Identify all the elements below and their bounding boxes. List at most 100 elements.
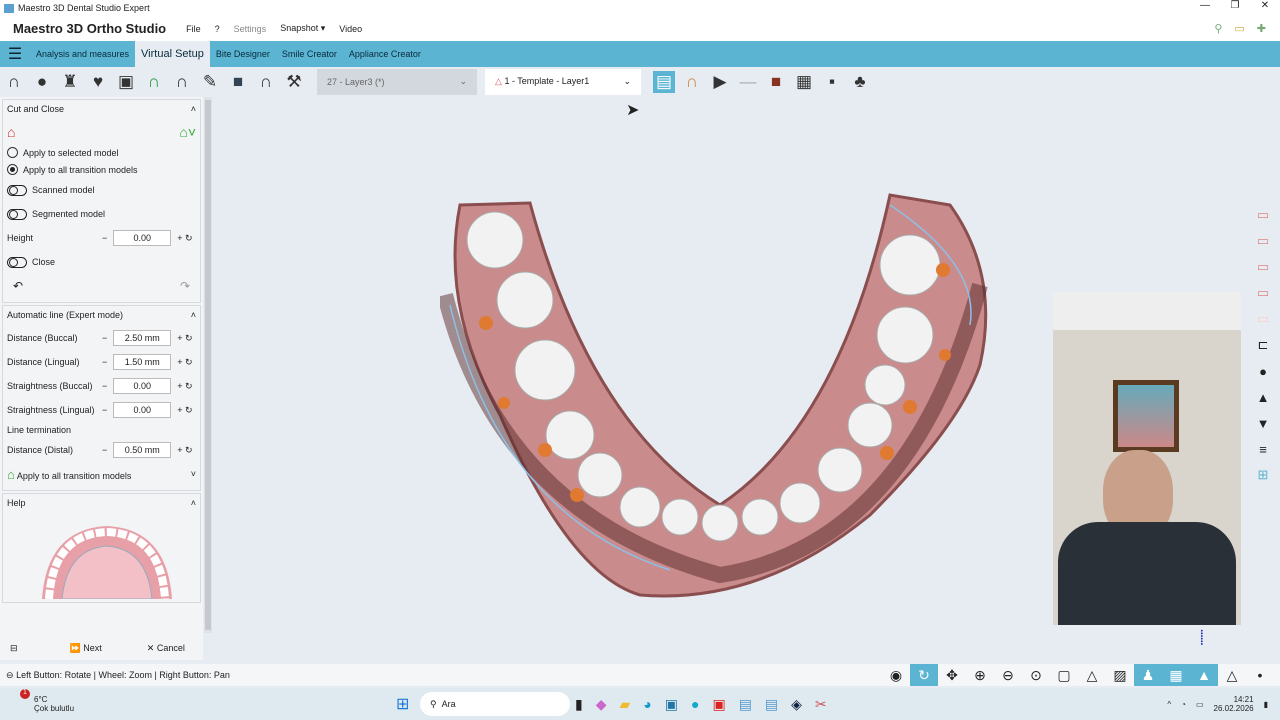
radio-all-models[interactable]: Apply to all transition models — [7, 161, 196, 178]
reset-icon[interactable]: ↻ — [185, 381, 193, 392]
app-diamond-icon[interactable]: ◈ — [791, 696, 802, 713]
zoom-out-icon[interactable]: ⊖ — [994, 664, 1022, 686]
film-icon[interactable]: ▦ — [793, 71, 815, 93]
base-icon[interactable]: ■ — [227, 71, 249, 93]
arch-dark-icon[interactable]: ∩ — [255, 71, 277, 93]
toggle-close[interactable]: Close — [7, 250, 196, 274]
close-button[interactable]: ✕ — [1250, 0, 1280, 11]
occlusion-icon[interactable]: ≡ — [1253, 439, 1273, 459]
articulator-icon[interactable]: ⚒ — [283, 71, 305, 93]
wire-triangle-icon[interactable]: △ — [1218, 664, 1246, 686]
copilot-icon[interactable]: ◆ — [596, 696, 607, 713]
mesh-icon[interactable]: ▦ — [1162, 664, 1190, 686]
edge-icon[interactable]: ◕ — [643, 696, 651, 713]
tree-icon[interactable]: ♣ — [849, 71, 871, 93]
pen-icon[interactable]: ✎ — [199, 71, 221, 93]
panel-toggle-icon[interactable]: ⊟ — [10, 643, 18, 654]
reset-icon[interactable]: ↻ — [185, 233, 193, 244]
grid-icon[interactable]: ⊞ — [1253, 465, 1273, 485]
scanner-icon[interactable]: ▤ — [653, 70, 675, 93]
book-icon[interactable]: ■ — [765, 71, 787, 93]
toggle[interactable] — [7, 256, 27, 268]
arch-icon[interactable]: ∩ — [3, 71, 25, 93]
reset-icon[interactable]: ↻ — [185, 445, 193, 456]
slider-icon[interactable]: — — [737, 71, 759, 93]
menu-file[interactable]: File — [186, 24, 201, 34]
toggle[interactable] — [7, 184, 27, 196]
box-icon[interactable]: ▢ — [1050, 664, 1078, 686]
decrement-button[interactable]: − — [102, 445, 107, 455]
menu-settings[interactable]: Settings — [234, 24, 267, 34]
weather-widget[interactable]: 1 6°C Çok bulutlu — [20, 689, 140, 713]
battery-icon[interactable]: ▭ — [1196, 700, 1204, 709]
hamburger-menu-icon[interactable]: ☰ — [0, 41, 30, 67]
toggle[interactable] — [7, 208, 27, 220]
tooth-view-icon[interactable]: ● — [1253, 361, 1273, 381]
wps-icon[interactable]: ▣ — [712, 696, 725, 713]
gum-transparent-icon[interactable]: ▭ — [1253, 309, 1273, 329]
tab-virtual-setup[interactable]: Virtual Setup — [135, 41, 210, 67]
lower-jaw-icon[interactable]: ▭ — [1253, 231, 1273, 251]
collapse-icon[interactable]: ˄ — [191, 310, 196, 320]
gum-icon[interactable]: ▭ — [1253, 283, 1273, 303]
app-icon-yellow[interactable]: ● — [691, 696, 699, 713]
reset-icon[interactable]: ↻ — [185, 333, 193, 344]
decrement-button[interactable]: − — [102, 233, 107, 243]
both-jaws-icon[interactable]: ▭ — [1253, 257, 1273, 277]
image-icon[interactable]: ▨ — [1106, 664, 1134, 686]
bite-icon[interactable]: ♥ — [87, 71, 109, 93]
taskbar-search[interactable]: ⚲ Ara — [420, 692, 570, 716]
param-input[interactable]: 1.50 mm — [113, 354, 172, 370]
decrement-button[interactable]: − — [102, 381, 107, 391]
decrement-button[interactable]: − — [102, 405, 107, 415]
chat-icon[interactable]: ▭ — [1234, 22, 1244, 35]
distal-input[interactable]: 0.50 mm — [113, 442, 172, 458]
network-icon[interactable]: ⚲ — [1214, 22, 1222, 35]
maximize-button[interactable]: ❐ — [1220, 0, 1250, 11]
crop-icon[interactable]: ⊏ — [1253, 335, 1273, 355]
help-icon[interactable]: ✚ — [1257, 22, 1266, 35]
explorer-icon[interactable]: ▰ — [620, 696, 631, 713]
save-icon[interactable]: ▪ — [821, 71, 843, 93]
menu-help[interactable]: ? — [215, 24, 220, 34]
undo-icon[interactable]: ↶ — [13, 279, 23, 293]
tooth-icon[interactable]: ♜ — [59, 71, 81, 93]
wire-icon[interactable]: ∩ — [143, 71, 165, 93]
tab-smile-creator[interactable]: Smile Creator — [276, 41, 343, 67]
radio[interactable] — [7, 164, 18, 175]
center-icon[interactable]: ⊙ — [1022, 664, 1050, 686]
lower-view-icon[interactable]: ▼ — [1253, 413, 1273, 433]
apply-all-dropdown[interactable]: ⌂ Apply to all transition models ˅ — [7, 462, 196, 486]
tab-appliance-creator[interactable]: Appliance Creator — [343, 41, 427, 67]
increment-button[interactable]: + — [177, 233, 182, 243]
windows-start-icon[interactable]: ⊞ — [396, 694, 409, 714]
zoom-in-icon[interactable]: ⊕ — [966, 664, 994, 686]
collapse-icon[interactable]: ˄ — [191, 498, 196, 508]
layer-select[interactable]: 27 - Layer3 (*) ⌄ — [317, 68, 477, 95]
param-input[interactable]: 2.50 mm — [113, 330, 172, 346]
increment-button[interactable]: + — [177, 357, 182, 367]
param-input[interactable]: 0.00 — [113, 378, 172, 394]
measure-icon[interactable]: △ — [1078, 664, 1106, 686]
play-icon[interactable]: ▶ — [709, 71, 731, 93]
param-input[interactable]: 0.00 — [113, 402, 172, 418]
collapse-icon[interactable]: ˄ — [191, 104, 196, 114]
cut-remove-icon[interactable]: ⌂ — [7, 124, 15, 140]
decrement-button[interactable]: − — [102, 333, 107, 343]
next-button[interactable]: ⏩ Next — [70, 643, 102, 654]
dot-icon[interactable]: • — [1246, 664, 1274, 686]
pan-icon[interactable]: ✥ — [938, 664, 966, 686]
panel-scrollbar[interactable] — [204, 97, 212, 633]
tab-bite-designer[interactable]: Bite Designer — [210, 41, 276, 67]
minimize-button[interactable]: — — [1190, 0, 1220, 11]
increment-button[interactable]: + — [177, 333, 182, 343]
dental-3d-model[interactable] — [440, 185, 1000, 605]
eye-icon[interactable]: ◉ — [882, 664, 910, 686]
notification-icon[interactable]: ▮ — [1264, 700, 1268, 709]
store-icon[interactable]: ▣ — [665, 696, 678, 713]
reset-icon[interactable]: ↻ — [185, 405, 193, 416]
taskview-icon[interactable]: ▮ — [575, 696, 583, 713]
increment-button[interactable]: + — [177, 405, 182, 415]
reset-icon[interactable]: ↻ — [185, 357, 193, 368]
arch-orange-icon[interactable]: ∩ — [681, 71, 703, 93]
